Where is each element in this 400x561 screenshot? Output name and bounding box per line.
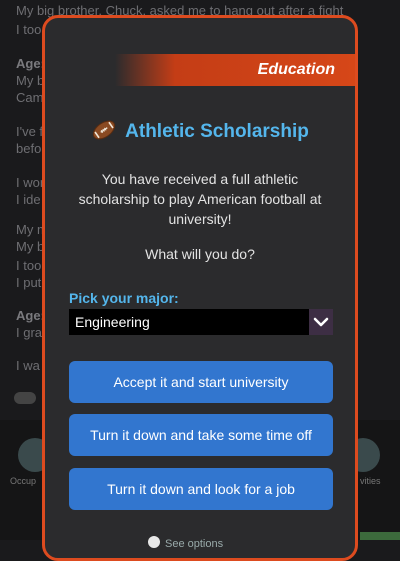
category-banner: Education [115, 54, 355, 86]
occupation-caption: Occup [10, 476, 37, 486]
log-age: Age: [16, 308, 45, 323]
decline-look-for-job-button[interactable]: Turn it down and look for a job [69, 468, 333, 510]
major-select-value: Engineering [75, 314, 150, 330]
log-line: I wa [16, 358, 40, 373]
log-line: Cam [16, 90, 44, 105]
log-line: I too [16, 22, 42, 37]
log-line: I gra [16, 325, 43, 340]
modal-title: Athletic Scholarship [45, 120, 355, 143]
background-toggle [14, 392, 36, 404]
modal-title-text: Athletic Scholarship [125, 121, 309, 142]
event-description: You have received a full athletic schola… [78, 171, 322, 227]
activities-caption: vities [360, 476, 381, 486]
accept-start-university-button[interactable]: Accept it and start university [69, 361, 333, 403]
log-age: Age: [16, 56, 45, 71]
log-line: I put [16, 275, 42, 290]
partial-bottom-icon [148, 536, 160, 548]
log-line: I ide [16, 192, 41, 207]
chevron-down-icon[interactable] [309, 309, 333, 335]
log-line: My b [16, 73, 45, 88]
log-line: befo [16, 141, 42, 156]
category-label: Education [257, 61, 335, 78]
event-question: What will you do? [145, 246, 255, 262]
decline-take-time-off-button[interactable]: Turn it down and take some time off [69, 414, 333, 456]
log-line: My b [16, 239, 45, 254]
major-label: Pick your major: [69, 290, 179, 306]
major-select[interactable]: Engineering [69, 309, 333, 335]
background-green-bar [360, 532, 400, 540]
american-football-icon [93, 120, 116, 140]
event-modal: Education Athletic Scholarship You have … [42, 15, 358, 561]
log-line: I too [16, 258, 42, 273]
log-line: I've f [16, 124, 44, 139]
